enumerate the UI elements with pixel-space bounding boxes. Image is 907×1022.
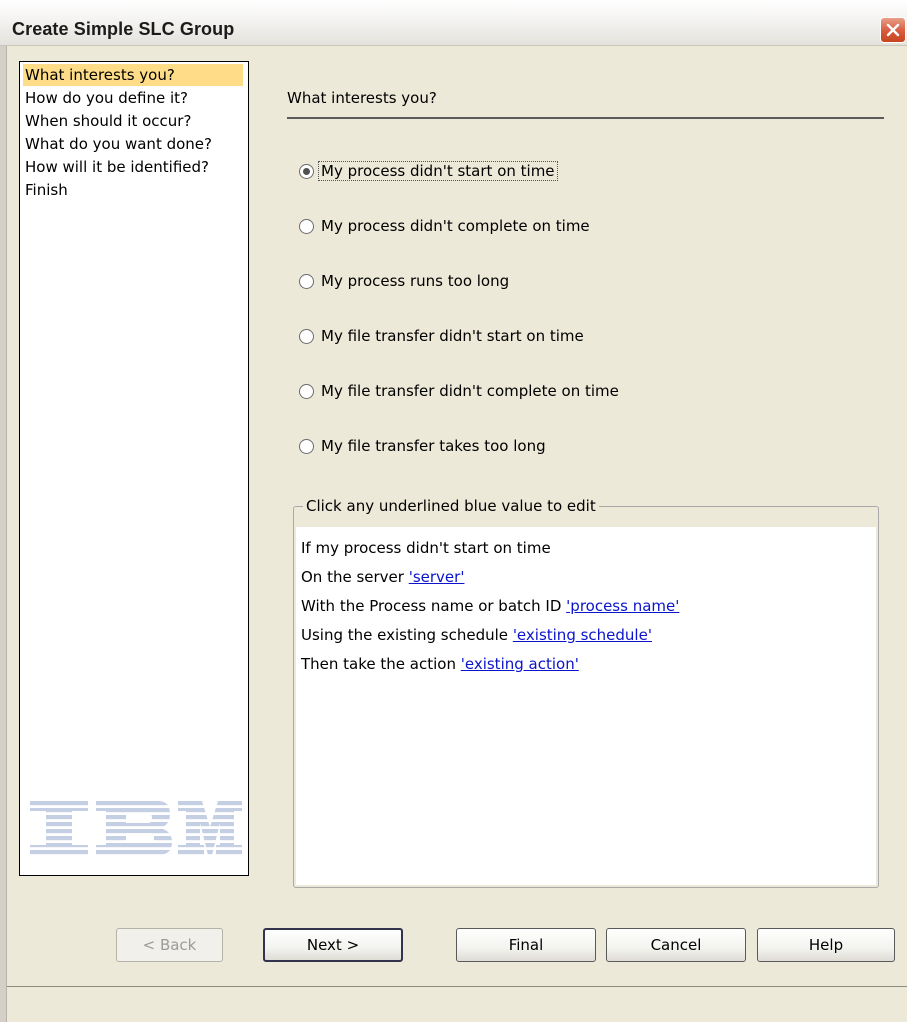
help-button[interactable]: Help bbox=[757, 928, 895, 962]
server-link[interactable]: 'server' bbox=[409, 568, 465, 586]
wizard-steps-panel: What interests you? How do you define it… bbox=[19, 61, 249, 876]
summary-process-text: With the Process name or batch ID bbox=[301, 597, 567, 615]
option-label: My file transfer didn't complete on time bbox=[321, 382, 619, 400]
window-title: Create Simple SLC Group bbox=[12, 19, 235, 39]
summary-server-text: On the server bbox=[301, 568, 409, 586]
window-frame-left bbox=[0, 46, 7, 1022]
back-button[interactable]: < Back bbox=[116, 928, 223, 962]
option-transfer-takes-long[interactable]: My file transfer takes too long bbox=[299, 434, 546, 458]
summary-content: If my process didn't start on time On th… bbox=[296, 527, 876, 885]
option-label: My process didn't complete on time bbox=[321, 217, 590, 235]
radio-selected-icon[interactable] bbox=[299, 163, 314, 179]
summary-action-line: Then take the action 'existing action' bbox=[301, 655, 579, 673]
step-what-done[interactable]: What do you want done? bbox=[23, 133, 214, 155]
option-label: My file transfer takes too long bbox=[321, 437, 546, 455]
summary-process-line: With the Process name or batch ID 'proce… bbox=[301, 597, 679, 615]
summary-legend: Click any underlined blue value to edit bbox=[303, 497, 599, 515]
action-link[interactable]: 'existing action' bbox=[461, 655, 579, 673]
step-how-define[interactable]: How do you define it? bbox=[23, 87, 190, 109]
option-label: My process didn't start on time bbox=[318, 161, 558, 181]
option-label: My process runs too long bbox=[321, 272, 510, 290]
step-how-identified[interactable]: How will it be identified? bbox=[23, 156, 211, 178]
radio-unselected-icon[interactable] bbox=[299, 218, 314, 234]
option-transfer-not-started[interactable]: My file transfer didn't start on time bbox=[299, 324, 584, 348]
step-finish[interactable]: Finish bbox=[23, 179, 70, 201]
radio-unselected-icon[interactable] bbox=[299, 383, 314, 399]
ibm-logo bbox=[30, 801, 242, 859]
summary-condition-line: If my process didn't start on time bbox=[301, 539, 551, 557]
option-process-not-completed[interactable]: My process didn't complete on time bbox=[299, 214, 590, 238]
step-when-occur[interactable]: When should it occur? bbox=[23, 110, 193, 132]
status-bar bbox=[7, 986, 907, 1022]
next-button[interactable]: Next > bbox=[263, 928, 403, 962]
section-divider bbox=[287, 117, 884, 119]
process-name-link[interactable]: 'process name' bbox=[566, 597, 679, 615]
summary-action-text: Then take the action bbox=[301, 655, 461, 673]
close-button[interactable] bbox=[880, 17, 906, 43]
cancel-button[interactable]: Cancel bbox=[606, 928, 746, 962]
radio-unselected-icon[interactable] bbox=[299, 273, 314, 289]
option-transfer-not-completed[interactable]: My file transfer didn't complete on time bbox=[299, 379, 619, 403]
step-what-interests-you[interactable]: What interests you? bbox=[23, 64, 243, 86]
radio-unselected-icon[interactable] bbox=[299, 438, 314, 454]
close-icon bbox=[886, 23, 900, 37]
title-bar: Create Simple SLC Group bbox=[0, 0, 907, 46]
final-button[interactable]: Final bbox=[456, 928, 596, 962]
summary-server-line: On the server 'server' bbox=[301, 568, 464, 586]
summary-schedule-text: Using the existing schedule bbox=[301, 626, 513, 644]
schedule-link[interactable]: 'existing schedule' bbox=[513, 626, 652, 644]
option-process-runs-long[interactable]: My process runs too long bbox=[299, 269, 509, 293]
option-label: My file transfer didn't start on time bbox=[321, 327, 584, 345]
option-process-not-started[interactable]: My process didn't start on time bbox=[299, 159, 558, 183]
summary-schedule-line: Using the existing schedule 'existing sc… bbox=[301, 626, 652, 644]
radio-unselected-icon[interactable] bbox=[299, 328, 314, 344]
section-title: What interests you? bbox=[287, 89, 437, 107]
